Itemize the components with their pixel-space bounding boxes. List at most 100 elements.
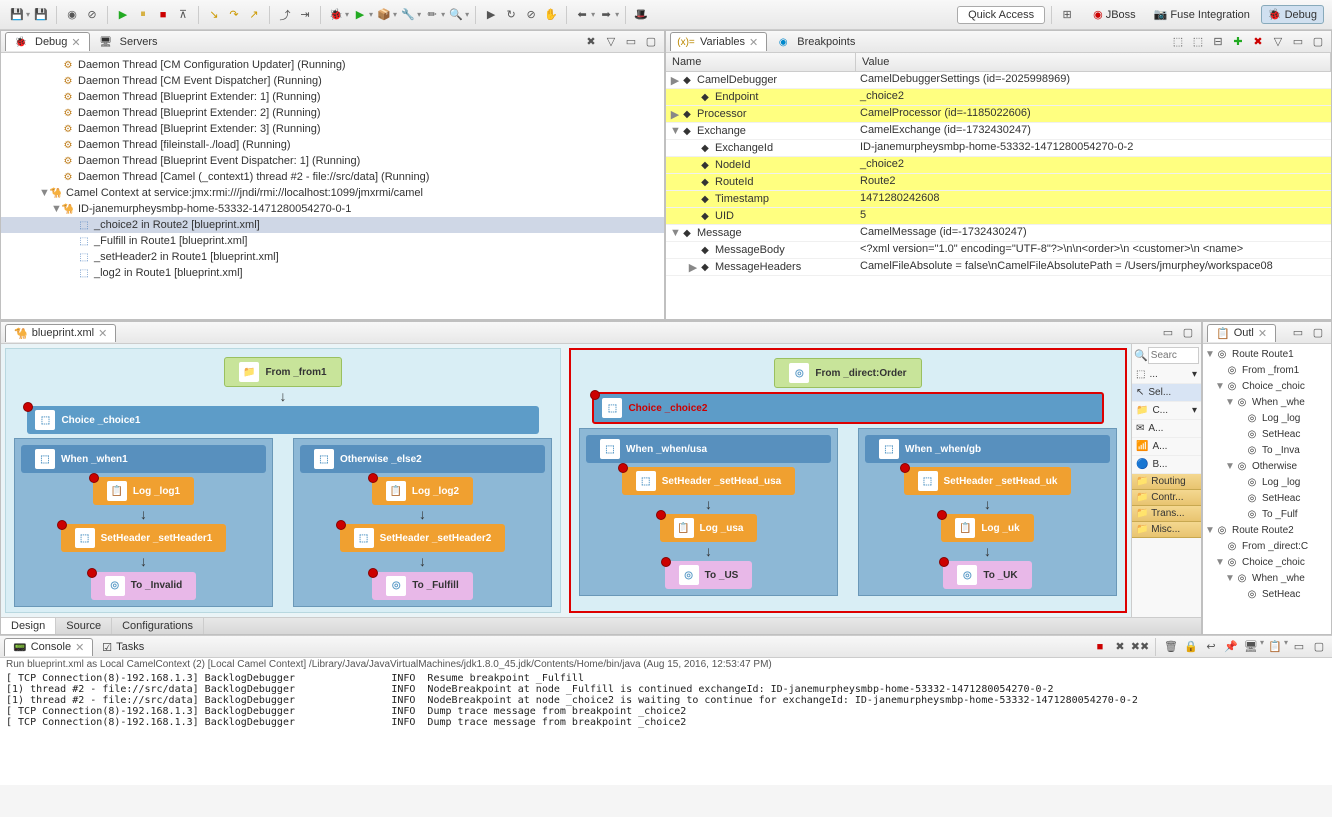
node-log2[interactable]: 📋Log _log2 bbox=[372, 477, 473, 505]
close-icon[interactable]: ✕ bbox=[75, 641, 84, 654]
step-into-icon[interactable]: ↘ bbox=[205, 6, 223, 24]
step-over-icon[interactable]: ↷ bbox=[225, 6, 243, 24]
skip-breakpoints-icon[interactable]: ⊘ bbox=[83, 6, 101, 24]
breakpoint-icon[interactable] bbox=[368, 473, 378, 483]
run-last-icon[interactable]: 📦 bbox=[375, 6, 393, 24]
external-tools-icon[interactable]: 🔧 bbox=[399, 6, 417, 24]
palette-drawer-misc[interactable]: 📁 Misc... bbox=[1132, 522, 1201, 538]
outline-row[interactable]: ◎From _from1 bbox=[1205, 362, 1329, 378]
view-menu-icon[interactable]: ▽ bbox=[602, 33, 620, 51]
branch-when1[interactable]: ⬚When _when1 📋Log _log1 ↓ ⬚SetHeader _se… bbox=[14, 438, 273, 606]
exchange-row[interactable]: ▼🐪ID-janemurpheysmbp-home-53332-14712800… bbox=[1, 201, 664, 217]
node-choice2[interactable]: ⬚Choice _choice2 bbox=[592, 392, 1103, 424]
node-choice1[interactable]: ⬚Choice _choice1 bbox=[27, 406, 538, 434]
word-wrap-icon[interactable]: ↩ bbox=[1202, 638, 1220, 656]
outline-row[interactable]: ▼◎Route Route1 bbox=[1205, 346, 1329, 362]
variable-row[interactable]: ◆Endpoint_choice2 bbox=[666, 89, 1331, 106]
outline-row[interactable]: ◎Log _log bbox=[1205, 410, 1329, 426]
outline-row[interactable]: ◎To _Inva bbox=[1205, 442, 1329, 458]
thread-row[interactable]: ⚙Daemon Thread [fileinstall-./load] (Run… bbox=[1, 137, 664, 153]
perspective-jboss[interactable]: ◉JBoss bbox=[1086, 5, 1143, 24]
outline-row[interactable]: ◎Log _log bbox=[1205, 474, 1329, 490]
breakpoint-icon[interactable] bbox=[23, 402, 33, 412]
drop-frame-icon[interactable]: ⤴ bbox=[276, 6, 294, 24]
stack-frame-row[interactable]: ⬚_choice2 in Route2 [blueprint.xml] bbox=[1, 217, 664, 233]
tab-blueprint[interactable]: 🐪blueprint.xml ✕ bbox=[5, 324, 116, 342]
show-logical-icon[interactable]: ⬚ bbox=[1189, 33, 1207, 51]
thread-row[interactable]: ⚙Daemon Thread [CM Event Dispatcher] (Ru… bbox=[1, 73, 664, 89]
remove-launch-icon[interactable]: ✖ bbox=[1111, 638, 1129, 656]
btab-source[interactable]: Source bbox=[56, 618, 112, 634]
palette-a1[interactable]: ✉A... bbox=[1132, 420, 1201, 438]
outline-tree[interactable]: ▼◎Route Route1◎From _from1▼◎Choice _choi… bbox=[1203, 344, 1331, 634]
redhat-icon[interactable]: 🎩 bbox=[632, 6, 650, 24]
palette-drawer-trans[interactable]: 📁 Trans... bbox=[1132, 506, 1201, 522]
nav-fwd-icon[interactable]: ➡ bbox=[597, 6, 615, 24]
stack-frame-row[interactable]: ⬚_log2 in Route1 [blueprint.xml] bbox=[1, 265, 664, 281]
breakpoint-icon[interactable] bbox=[89, 473, 99, 483]
hand-icon[interactable]: ✋ bbox=[542, 6, 560, 24]
thread-row[interactable]: ⚙Daemon Thread [Camel (_context1) thread… bbox=[1, 169, 664, 185]
node-setheader1[interactable]: ⬚SetHeader _setHeader1 bbox=[61, 524, 227, 552]
step-filters-icon[interactable]: ⇥ bbox=[296, 6, 314, 24]
remove-all-icon[interactable]: ✖✖ bbox=[1131, 638, 1149, 656]
node-from-direct[interactable]: ◎From _direct:Order bbox=[774, 358, 921, 388]
minimize-icon[interactable]: ▭ bbox=[1289, 324, 1307, 342]
palette-marquee[interactable]: ⬚...▾ bbox=[1132, 366, 1201, 384]
outline-row[interactable]: ◎SetHeac bbox=[1205, 426, 1329, 442]
nav-back-icon[interactable]: ⬅ bbox=[573, 6, 591, 24]
breakpoint-icon[interactable] bbox=[87, 568, 97, 578]
palette-a2[interactable]: 📶A... bbox=[1132, 438, 1201, 456]
debug-tree[interactable]: ⚙Daemon Thread [CM Configuration Updater… bbox=[1, 53, 664, 319]
outline-row[interactable]: ▼◎Otherwise bbox=[1205, 458, 1329, 474]
add-icon[interactable]: ✚ bbox=[1229, 33, 1247, 51]
outline-row[interactable]: ◎SetHeac bbox=[1205, 586, 1329, 602]
suspend-icon[interactable]: ⏸ bbox=[134, 6, 152, 24]
variable-row[interactable]: ◆RouteIdRoute2 bbox=[666, 174, 1331, 191]
close-icon[interactable]: ✕ bbox=[98, 327, 107, 340]
branch-gb[interactable]: ⬚When _when/gb ⬚SetHeader _setHead_uk ↓ … bbox=[858, 428, 1117, 596]
tab-debug[interactable]: 🐞Debug ✕ bbox=[5, 32, 90, 51]
terminate-icon[interactable]: ■ bbox=[1091, 638, 1109, 656]
debug-icon[interactable]: 🐞 bbox=[327, 6, 345, 24]
diagram-canvas[interactable]: 📁From _from1 ↓ ⬚Choice _choice1 ⬚When _w… bbox=[1, 344, 1201, 617]
node-sethead-usa[interactable]: ⬚SetHeader _setHead_usa bbox=[622, 467, 796, 495]
scroll-lock-icon[interactable]: 🔒 bbox=[1182, 638, 1200, 656]
disconnect-icon[interactable]: ⊼ bbox=[174, 6, 192, 24]
branch-else2[interactable]: ⬚Otherwise _else2 📋Log _log2 ↓ ⬚SetHeade… bbox=[293, 438, 552, 606]
close-icon[interactable]: ✕ bbox=[71, 36, 80, 49]
palette-search[interactable] bbox=[1148, 347, 1199, 364]
run-icon[interactable]: ▶ bbox=[351, 6, 369, 24]
palette-c[interactable]: 📁C...▾ bbox=[1132, 402, 1201, 420]
breakpoint-icon[interactable] bbox=[590, 390, 600, 400]
outline-row[interactable]: ▼◎Route Route2 bbox=[1205, 522, 1329, 538]
node-from1[interactable]: 📁From _from1 bbox=[224, 357, 341, 387]
open-perspective-icon[interactable]: ⊞ bbox=[1058, 6, 1076, 24]
variable-row[interactable]: ▼◆ExchangeCamelExchange (id=-1732430247) bbox=[666, 123, 1331, 140]
breakpoint-icon[interactable] bbox=[57, 520, 67, 530]
node-to-us[interactable]: ◎To _US bbox=[665, 561, 753, 589]
maximize-icon[interactable]: ▢ bbox=[1310, 638, 1328, 656]
node-when-usa[interactable]: ⬚When _when/usa bbox=[586, 435, 831, 463]
view-menu-icon[interactable]: ▽ bbox=[1269, 33, 1287, 51]
variable-row[interactable]: ▶◆CamelDebuggerCamelDebuggerSettings (id… bbox=[666, 72, 1331, 89]
node-log-uk[interactable]: 📋Log _uk bbox=[941, 514, 1033, 542]
tab-tasks[interactable]: ☑Tasks bbox=[93, 638, 153, 656]
btab-config[interactable]: Configurations bbox=[112, 618, 204, 634]
node-when-gb[interactable]: ⬚When _when/gb bbox=[865, 435, 1110, 463]
variable-row[interactable]: ◆ExchangeIdID-janemurpheysmbp-home-53332… bbox=[666, 140, 1331, 157]
outline-row[interactable]: ◎From _direct:C bbox=[1205, 538, 1329, 554]
open-console-icon[interactable]: 📋 bbox=[1266, 638, 1284, 656]
breakpoint-icon[interactable] bbox=[618, 463, 628, 473]
tab-outline[interactable]: 📋Outl ✕ bbox=[1207, 324, 1276, 342]
toggle-breakpoint-icon[interactable]: ◉ bbox=[63, 6, 81, 24]
breakpoint-icon[interactable] bbox=[336, 520, 346, 530]
camel-context-row[interactable]: ▼🐪Camel Context at service:jmx:rmi:///jn… bbox=[1, 185, 664, 201]
tab-servers[interactable]: 🖥Servers bbox=[90, 32, 167, 51]
step-return-icon[interactable]: ↗ bbox=[245, 6, 263, 24]
variable-row[interactable]: ◆MessageBody<?xml version="1.0" encoding… bbox=[666, 242, 1331, 259]
node-when1[interactable]: ⬚When _when1 bbox=[21, 445, 266, 473]
display-icon[interactable]: 🖥 bbox=[1242, 638, 1260, 656]
variable-row[interactable]: ◆UID5 bbox=[666, 208, 1331, 225]
outline-row[interactable]: ◎To _Fulf bbox=[1205, 506, 1329, 522]
